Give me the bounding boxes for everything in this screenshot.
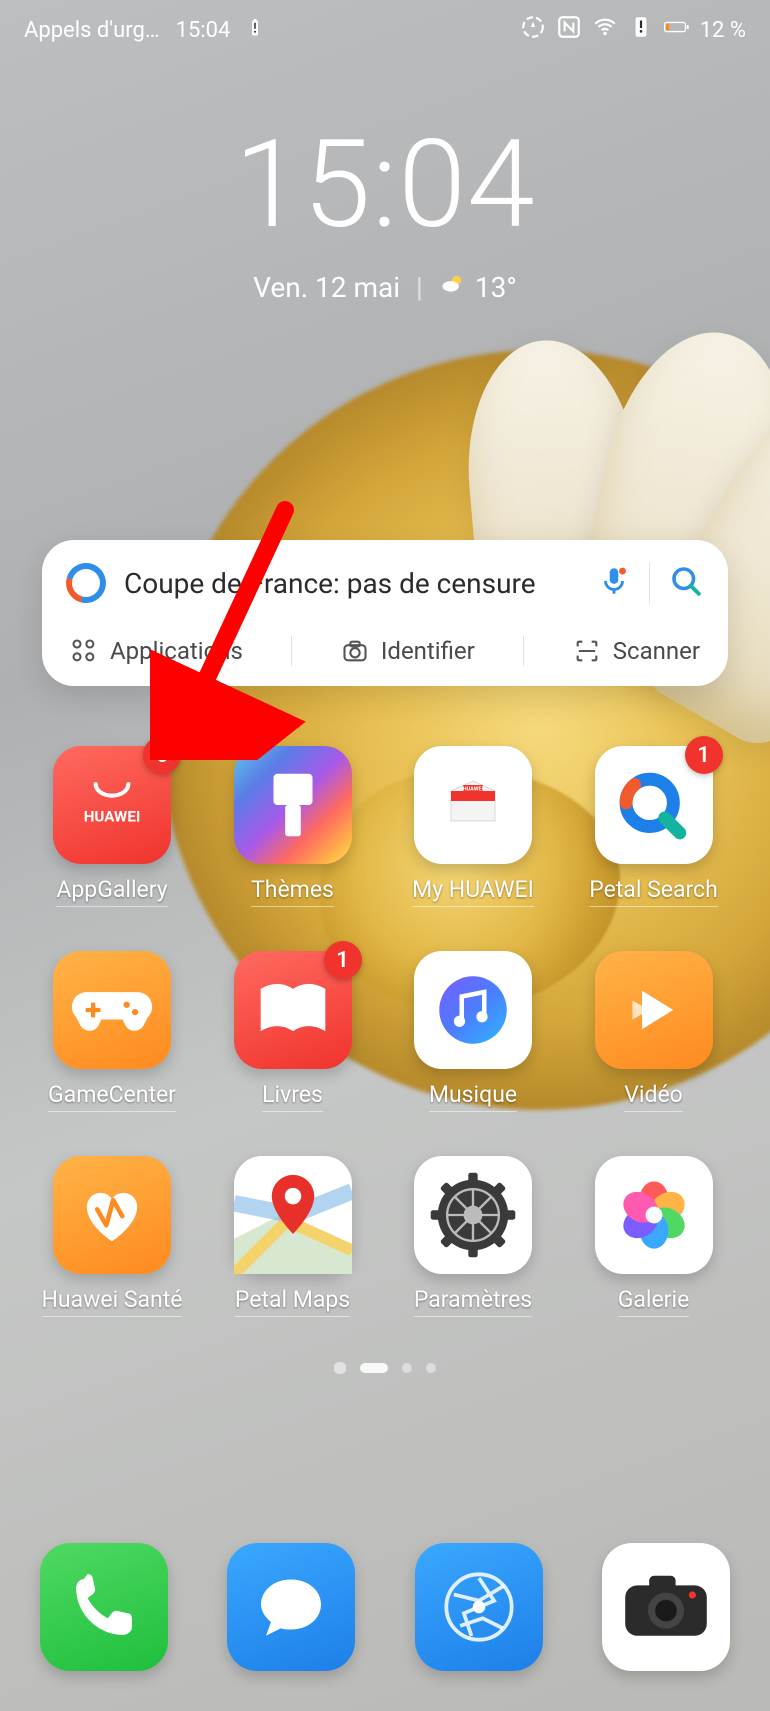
petalsearch-icon bbox=[611, 762, 697, 848]
sim-alert-icon bbox=[628, 14, 654, 46]
home-screen: Appels d'urg… 15:04 12 % 15:04 Ven. 12 m… bbox=[0, 0, 770, 1711]
app-settings[interactable]: Paramètres bbox=[395, 1156, 551, 1317]
app-label: Petal Search bbox=[589, 876, 718, 907]
page-dot-current bbox=[360, 1363, 388, 1373]
clock-date: Ven. 12 mai bbox=[253, 271, 400, 304]
battery-pct: 12 % bbox=[700, 18, 746, 43]
app-petalmaps[interactable]: Petal Maps bbox=[215, 1156, 371, 1317]
messages-icon bbox=[251, 1567, 331, 1647]
sub-divider bbox=[523, 636, 524, 666]
gamecenter-icon bbox=[70, 980, 154, 1040]
page-indicator[interactable] bbox=[0, 1362, 770, 1374]
app-label: Thèmes bbox=[251, 876, 334, 907]
video-icon bbox=[618, 974, 690, 1046]
search-scanner-label: Scanner bbox=[613, 637, 700, 665]
myhuawei-icon: HUAWEI bbox=[433, 765, 513, 845]
browser-icon bbox=[435, 1563, 523, 1651]
app-gallery[interactable]: Galerie bbox=[576, 1156, 732, 1317]
health-icon bbox=[72, 1175, 152, 1255]
mic-icon[interactable] bbox=[597, 564, 631, 602]
weather-temp: 13° bbox=[475, 271, 517, 304]
app-label: Vidéo bbox=[624, 1081, 683, 1112]
gallery-icon bbox=[612, 1173, 696, 1257]
date-divider: | bbox=[416, 271, 423, 304]
nfc-icon bbox=[556, 14, 582, 46]
search-input-row[interactable]: Coupe de France: pas de censure bbox=[60, 558, 710, 608]
clock-widget[interactable]: 15:04 Ven. 12 mai | 13° bbox=[0, 124, 770, 305]
dock-messages[interactable] bbox=[227, 1543, 355, 1671]
search-widget: Coupe de France: pas de censure Applicat… bbox=[42, 540, 728, 686]
themes-icon bbox=[260, 766, 326, 844]
app-label: AppGallery bbox=[56, 876, 167, 907]
search-placeholder: Coupe de France: pas de censure bbox=[124, 567, 579, 600]
badge: 6 bbox=[143, 736, 181, 774]
battery-icon bbox=[664, 14, 690, 46]
app-music[interactable]: Musique bbox=[395, 951, 551, 1112]
sub-divider bbox=[291, 636, 292, 666]
search-apps-label: Applications bbox=[110, 637, 243, 665]
app-themes[interactable]: Thèmes bbox=[215, 746, 371, 907]
data-saver-icon bbox=[520, 14, 546, 46]
wifi-icon bbox=[592, 14, 618, 46]
dock-phone[interactable] bbox=[40, 1543, 168, 1671]
app-myhuawei[interactable]: HUAWEI My HUAWEI bbox=[395, 746, 551, 907]
scanner-icon bbox=[573, 637, 601, 665]
search-scanner-shortcut[interactable]: Scanner bbox=[573, 637, 700, 665]
dock bbox=[40, 1543, 730, 1671]
page-dot bbox=[426, 1363, 436, 1373]
app-petalsearch[interactable]: 1 Petal Search bbox=[576, 746, 732, 907]
app-gamecenter[interactable]: GameCenter bbox=[34, 951, 190, 1112]
badge: 1 bbox=[685, 736, 723, 774]
search-apps-shortcut[interactable]: Applications bbox=[70, 637, 243, 665]
svg-text:HUAWEI: HUAWEI bbox=[463, 787, 484, 793]
weather-icon bbox=[439, 270, 467, 305]
gear-icon bbox=[426, 1168, 520, 1262]
app-label: GameCenter bbox=[48, 1081, 176, 1112]
page-dot-home bbox=[334, 1362, 346, 1374]
app-health[interactable]: Huawei Santé bbox=[34, 1156, 190, 1317]
page-dot bbox=[402, 1363, 412, 1373]
dock-browser[interactable] bbox=[415, 1543, 543, 1671]
app-appgallery[interactable]: HUAWEI 6 AppGallery bbox=[34, 746, 190, 907]
phone-icon bbox=[66, 1569, 142, 1645]
app-video[interactable]: Vidéo bbox=[576, 951, 732, 1112]
svg-text:HUAWEI: HUAWEI bbox=[84, 807, 141, 825]
search-identify-shortcut[interactable]: Identifier bbox=[341, 637, 475, 665]
dock-camera[interactable] bbox=[602, 1543, 730, 1671]
music-icon bbox=[428, 965, 518, 1055]
apps-grid-icon bbox=[70, 637, 98, 665]
clock-time: 15:04 bbox=[0, 124, 770, 246]
app-label: Galerie bbox=[618, 1286, 690, 1317]
app-label: Musique bbox=[429, 1081, 517, 1112]
status-bar: Appels d'urg… 15:04 12 % bbox=[0, 0, 770, 60]
search-identify-label: Identifier bbox=[381, 637, 475, 665]
app-label: Petal Maps bbox=[235, 1286, 350, 1317]
appgallery-icon: HUAWEI bbox=[77, 770, 147, 840]
petalmaps-icon bbox=[234, 1156, 352, 1274]
books-icon bbox=[254, 979, 332, 1041]
search-divider bbox=[649, 562, 650, 604]
search-icon[interactable] bbox=[668, 563, 704, 603]
weather-widget[interactable]: 13° bbox=[439, 270, 517, 305]
petal-logo-icon bbox=[59, 556, 114, 611]
battery-alert-icon bbox=[246, 18, 264, 43]
app-label: Paramètres bbox=[414, 1286, 532, 1317]
badge: 1 bbox=[324, 941, 362, 979]
app-label: My HUAWEI bbox=[412, 876, 534, 907]
camera-icon bbox=[341, 637, 369, 665]
status-time: 15:04 bbox=[176, 18, 231, 43]
camera-app-icon bbox=[618, 1567, 714, 1647]
app-books[interactable]: 1 Livres bbox=[215, 951, 371, 1112]
app-label: Huawei Santé bbox=[42, 1286, 183, 1317]
carrier-text: Appels d'urg… bbox=[24, 18, 160, 43]
app-grid: HUAWEI 6 AppGallery Thèmes HUAWEI My HUA… bbox=[0, 746, 770, 1317]
app-label: Livres bbox=[262, 1081, 323, 1112]
